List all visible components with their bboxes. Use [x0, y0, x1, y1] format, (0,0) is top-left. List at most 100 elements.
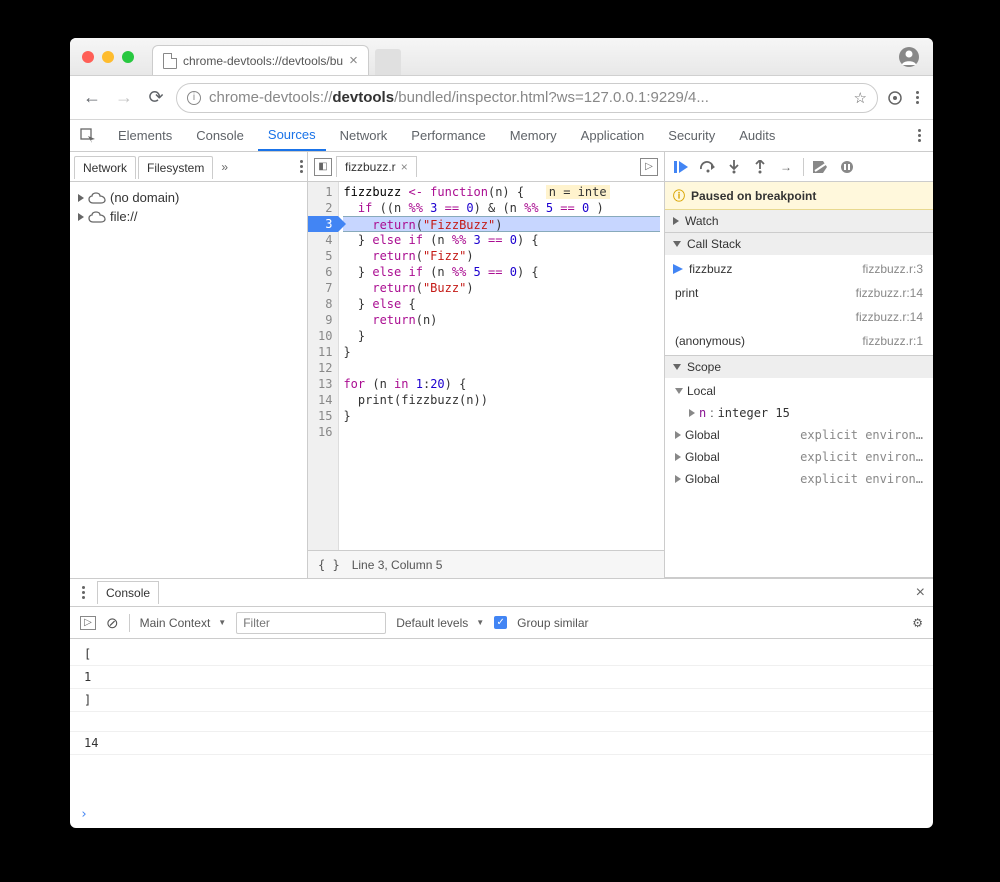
console-row: 14 — [70, 732, 933, 755]
devtools-menu-icon[interactable] — [914, 125, 925, 146]
tab-application[interactable]: Application — [571, 121, 655, 150]
profile-avatar-icon[interactable] — [899, 47, 919, 67]
callstack-frame[interactable]: (anonymous)fizzbuzz.r:1 — [665, 329, 933, 353]
drawer-menu-icon[interactable] — [78, 582, 89, 603]
site-info-icon[interactable]: i — [187, 91, 201, 105]
browser-tab[interactable]: chrome-devtools://devtools/bu × — [152, 45, 369, 75]
clear-console-icon[interactable]: ⊘ — [106, 614, 119, 632]
step-over-icon[interactable] — [699, 158, 717, 176]
forward-button[interactable]: → — [112, 86, 136, 110]
browser-menu-icon[interactable] — [912, 87, 923, 108]
resume-icon[interactable] — [673, 158, 691, 176]
navigator-tab-network[interactable]: Network — [74, 156, 136, 179]
tab-memory[interactable]: Memory — [500, 121, 567, 150]
console-drawer: Console × ▷ ⊘ Main Context Default level… — [70, 578, 933, 828]
code-content[interactable]: fizzbuzz <- function(n) { n = inte if ((… — [339, 182, 664, 550]
new-tab-button[interactable] — [375, 49, 401, 75]
extension-icon[interactable] — [886, 89, 904, 107]
pretty-print-icon[interactable]: { } — [318, 558, 340, 572]
file-tab-label: fizzbuzz.r — [345, 160, 396, 174]
group-similar-checkbox[interactable]: ✓ — [494, 616, 507, 629]
scope-row[interactable]: Globalexplicit environ… — [665, 446, 933, 468]
log-levels-selector[interactable]: Default levels — [396, 616, 484, 630]
file-icon — [163, 53, 177, 69]
maximize-window-button[interactable] — [122, 51, 134, 63]
close-window-button[interactable] — [82, 51, 94, 63]
toggle-sidebar-icon[interactable]: ▷ — [80, 616, 96, 630]
back-button[interactable]: ← — [80, 86, 104, 110]
tab-security[interactable]: Security — [658, 121, 725, 150]
context-selector[interactable]: Main Context — [140, 616, 227, 630]
editor-status-bar: { } Line 3, Column 5 — [308, 550, 664, 578]
main-area: Network Filesystem » (no domain) file:// — [70, 152, 933, 578]
close-drawer-icon[interactable]: × — [916, 584, 925, 602]
console-row — [70, 712, 933, 732]
watch-header[interactable]: Watch — [665, 210, 933, 232]
tab-sources[interactable]: Sources — [258, 120, 326, 151]
scope-header[interactable]: Scope — [665, 356, 933, 378]
callstack-header[interactable]: Call Stack — [665, 233, 933, 255]
paused-message: Paused on breakpoint — [691, 189, 816, 203]
scope-row[interactable]: Globalexplicit environ… — [665, 468, 933, 490]
debugger-pane: → ⓘ Paused on breakpoint Watch Call Stac… — [665, 152, 933, 578]
chevron-right-icon — [673, 217, 679, 225]
navigator-more-icon[interactable]: » — [215, 160, 234, 174]
chevron-down-icon — [673, 364, 681, 370]
expand-icon — [78, 213, 84, 221]
inspect-element-icon[interactable] — [78, 128, 98, 144]
console-settings-icon[interactable]: ⚙ — [912, 616, 923, 630]
scope-row[interactable]: Globalexplicit environ… — [665, 424, 933, 446]
source-file-tab[interactable]: fizzbuzz.r × — [336, 156, 417, 177]
deactivate-breakpoints-icon[interactable] — [812, 158, 830, 176]
minimize-window-button[interactable] — [102, 51, 114, 63]
url-input[interactable]: i chrome-devtools://devtools/bundled/ins… — [176, 83, 878, 113]
group-similar-label: Group similar — [517, 616, 588, 630]
tab-performance[interactable]: Performance — [401, 121, 495, 150]
code-editor[interactable]: 12345678910111213141516 fizzbuzz <- func… — [308, 182, 664, 550]
callstack-section: Call Stack fizzbuzzfizzbuzz.r:3printfizz… — [665, 233, 933, 356]
tree-item-file[interactable]: file:// — [70, 207, 307, 226]
callstack-frame[interactable]: fizzbuzz.r:14 — [665, 305, 933, 329]
scope-row[interactable]: n: integer 15 — [665, 402, 933, 424]
toggle-navigator-icon[interactable]: ◧ — [314, 158, 332, 176]
tab-elements[interactable]: Elements — [108, 121, 182, 150]
bookmark-star-icon[interactable]: ☆ — [854, 89, 867, 107]
navigator-menu-icon[interactable] — [296, 156, 307, 177]
callstack-frame[interactable]: fizzbuzzfizzbuzz.r:3 — [665, 257, 933, 281]
cloud-icon — [88, 211, 106, 223]
console-prompt[interactable]: › — [70, 801, 933, 828]
section-title: Scope — [687, 360, 721, 374]
tab-audits[interactable]: Audits — [729, 121, 785, 150]
section-title: Watch — [685, 214, 719, 228]
scope-section: Scope Localn: integer 15Globalexplicit e… — [665, 356, 933, 578]
window-controls — [70, 51, 134, 63]
info-icon: ⓘ — [673, 187, 685, 204]
step-out-icon[interactable] — [751, 158, 769, 176]
line-gutter[interactable]: 12345678910111213141516 — [308, 182, 339, 550]
pause-exceptions-icon[interactable] — [838, 158, 856, 176]
browser-window: chrome-devtools://devtools/bu × ← → ⟳ i … — [70, 38, 933, 828]
run-snippet-icon[interactable]: ▷ — [640, 158, 658, 176]
watch-section: Watch — [665, 210, 933, 233]
debugger-toolbar: → — [665, 152, 933, 182]
tree-label: file:// — [110, 209, 137, 224]
console-filter-input[interactable] — [236, 612, 386, 634]
reload-button[interactable]: ⟳ — [144, 86, 168, 110]
navigator-pane: Network Filesystem » (no domain) file:// — [70, 152, 308, 578]
tree-item-nodomain[interactable]: (no domain) — [70, 188, 307, 207]
navigator-tab-filesystem[interactable]: Filesystem — [138, 156, 213, 179]
drawer-tab-console[interactable]: Console — [97, 581, 159, 604]
tab-network[interactable]: Network — [330, 121, 398, 150]
tab-console[interactable]: Console — [186, 121, 254, 150]
tab-title: chrome-devtools://devtools/bu — [183, 54, 343, 68]
url-text: chrome-devtools://devtools/bundled/inspe… — [209, 89, 846, 106]
chevron-down-icon — [673, 241, 681, 247]
scope-row[interactable]: Local — [665, 380, 933, 402]
console-output[interactable]: [1]14 — [70, 639, 933, 801]
console-row: ] — [70, 689, 933, 712]
close-tab-icon[interactable]: × — [349, 52, 358, 69]
step-into-icon[interactable] — [725, 158, 743, 176]
close-file-icon[interactable]: × — [401, 160, 408, 174]
step-icon[interactable]: → — [777, 158, 795, 176]
callstack-frame[interactable]: printfizzbuzz.r:14 — [665, 281, 933, 305]
